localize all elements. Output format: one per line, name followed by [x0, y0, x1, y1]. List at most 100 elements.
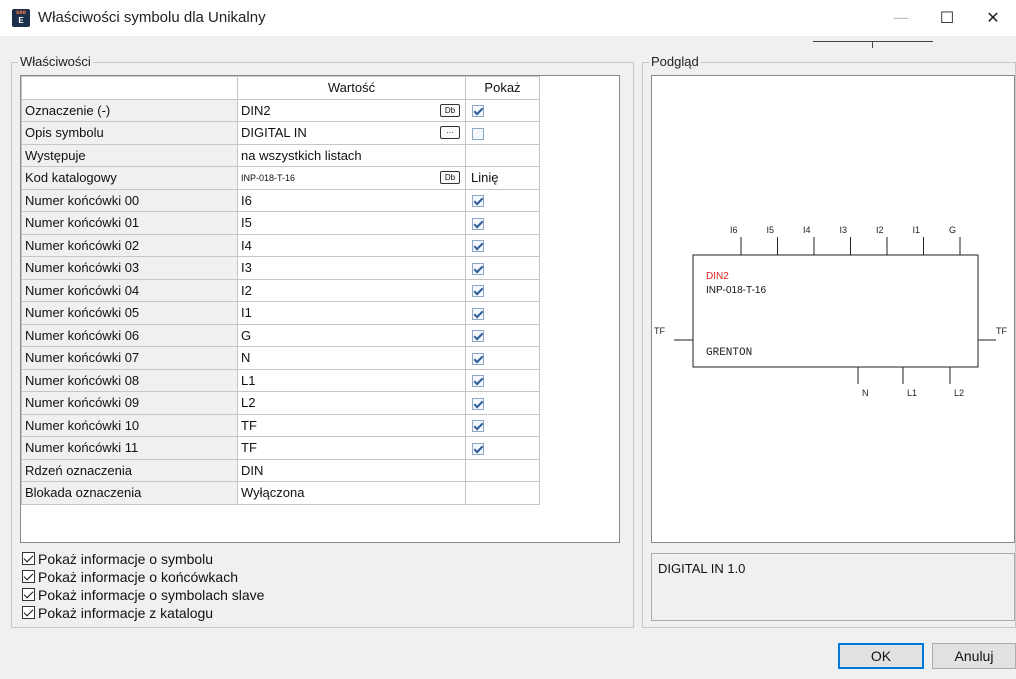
property-value[interactable]: TF: [237, 413, 466, 437]
option-checkbox-row[interactable]: Pokaż informacje o symbolach slave: [22, 587, 264, 603]
property-show[interactable]: [465, 391, 540, 415]
show-checkbox[interactable]: [472, 330, 484, 343]
show-checkbox[interactable]: [472, 375, 484, 388]
property-value[interactable]: I3: [237, 256, 466, 280]
property-name: Występuje: [21, 143, 238, 167]
option-checkbox-row[interactable]: Pokaż informacje z katalogu: [22, 605, 213, 621]
show-checkbox[interactable]: [472, 195, 484, 208]
property-show[interactable]: [465, 121, 540, 145]
property-name: Numer końcówki 06: [21, 323, 238, 347]
properties-group-title: Właściwości: [18, 54, 93, 69]
property-show[interactable]: [465, 233, 540, 257]
property-value[interactable]: Wyłączona: [237, 481, 466, 505]
property-value[interactable]: I1: [237, 301, 466, 325]
property-show[interactable]: [465, 413, 540, 437]
header-show[interactable]: Pokaż: [465, 76, 540, 100]
pin-label-top: I4: [803, 225, 811, 235]
property-row[interactable]: Numer końcówki 02 I4: [21, 233, 540, 257]
pin-label-left: TF: [654, 326, 665, 336]
property-row[interactable]: Kod katalogowy INP-018-T-16 Db Linię: [21, 166, 540, 190]
property-show[interactable]: [465, 98, 540, 122]
show-checkbox[interactable]: [472, 105, 484, 118]
close-button[interactable]: ✕: [970, 0, 1016, 36]
property-value[interactable]: I5: [237, 211, 466, 235]
show-checkbox[interactable]: [472, 217, 484, 230]
show-checkbox[interactable]: [472, 285, 484, 298]
ok-button[interactable]: OK: [838, 643, 924, 669]
property-value[interactable]: I2: [237, 278, 466, 302]
option-checkbox-row[interactable]: Pokaż informacje o symbolu: [22, 551, 213, 567]
header-value[interactable]: Wartość: [237, 76, 466, 100]
property-row[interactable]: Numer końcówki 06 G: [21, 323, 540, 347]
pin-label-top: I3: [840, 225, 848, 235]
database-button[interactable]: Db: [440, 103, 460, 117]
minimize-button[interactable]: —: [878, 0, 924, 36]
show-checkbox[interactable]: [472, 352, 484, 365]
property-value[interactable]: N: [237, 346, 466, 370]
property-row[interactable]: Numer końcówki 05 I1: [21, 301, 540, 325]
property-value[interactable]: I6: [237, 188, 466, 212]
property-row[interactable]: Blokada oznaczenia Wyłączona: [21, 481, 540, 505]
property-name: Numer końcówki 08: [21, 368, 238, 392]
option-checkbox-row[interactable]: Pokaż informacje o końcówkach: [22, 569, 238, 585]
browse-button[interactable]: ···: [440, 126, 460, 139]
property-row[interactable]: Numer końcówki 04 I2: [21, 278, 540, 302]
property-value[interactable]: L2: [237, 391, 466, 415]
show-checkbox[interactable]: [472, 262, 484, 275]
property-row[interactable]: Rdzeń oznaczenia DIN: [21, 458, 540, 482]
property-value[interactable]: G: [237, 323, 466, 347]
property-value[interactable]: DIGITAL IN ···: [237, 121, 466, 145]
pin-label-top: I2: [876, 225, 884, 235]
show-checkbox[interactable]: [472, 127, 484, 140]
option-checkbox[interactable]: [22, 570, 35, 583]
property-show[interactable]: Linię: [465, 166, 540, 190]
property-row[interactable]: Numer końcówki 08 L1: [21, 368, 540, 392]
option-checkbox[interactable]: [22, 552, 35, 565]
show-checkbox[interactable]: [472, 307, 484, 320]
property-value[interactable]: DIN: [237, 458, 466, 482]
option-checkbox[interactable]: [22, 588, 35, 601]
property-value-text: I3: [241, 260, 252, 276]
property-value[interactable]: na wszystkich listach: [237, 143, 466, 167]
property-show[interactable]: [465, 368, 540, 392]
cancel-button[interactable]: Anuluj: [932, 643, 1016, 669]
show-checkbox[interactable]: [472, 397, 484, 410]
option-label: Pokaż informacje o symbolu: [38, 551, 214, 567]
property-row[interactable]: Oznaczenie (-) DIN2 Db: [21, 98, 540, 122]
property-value-text: Wyłączona: [241, 485, 305, 501]
app-icon: see E: [12, 9, 30, 27]
property-show[interactable]: [465, 301, 540, 325]
property-show[interactable]: [465, 188, 540, 212]
decorative-tick: [872, 42, 873, 48]
property-show[interactable]: [465, 278, 540, 302]
property-row[interactable]: Numer końcówki 07 N: [21, 346, 540, 370]
property-row[interactable]: Numer końcówki 09 L2: [21, 391, 540, 415]
property-show[interactable]: [465, 323, 540, 347]
property-row[interactable]: Numer końcówki 03 I3: [21, 256, 540, 280]
database-button[interactable]: Db: [440, 171, 460, 184]
property-show[interactable]: [465, 256, 540, 280]
property-value[interactable]: INP-018-T-16 Db: [237, 166, 466, 190]
show-checkbox[interactable]: [472, 420, 484, 433]
property-name: Numer końcówki 00: [21, 188, 238, 212]
property-show[interactable]: [465, 346, 540, 370]
property-show[interactable]: [465, 436, 540, 460]
show-checkbox[interactable]: [472, 240, 484, 253]
property-row[interactable]: Numer końcówki 00 I6: [21, 188, 540, 212]
property-row[interactable]: Numer końcówki 01 I5: [21, 211, 540, 235]
property-row[interactable]: Opis symbolu DIGITAL IN ···: [21, 121, 540, 145]
property-show[interactable]: [465, 211, 540, 235]
property-value[interactable]: DIN2 Db: [237, 98, 466, 122]
show-mode-text[interactable]: Linię: [471, 170, 498, 185]
property-row[interactable]: Numer końcówki 10 TF: [21, 413, 540, 437]
maximize-button[interactable]: ☐: [924, 0, 970, 36]
symbol-manufacturer: GRENTON: [706, 347, 752, 359]
property-value[interactable]: L1: [237, 368, 466, 392]
show-checkbox[interactable]: [472, 442, 484, 455]
property-row[interactable]: Występuje na wszystkich listach: [21, 143, 540, 167]
property-value[interactable]: TF: [237, 436, 466, 460]
property-row[interactable]: Numer końcówki 11 TF: [21, 436, 540, 460]
property-value-text: DIN: [241, 462, 264, 478]
option-checkbox[interactable]: [22, 606, 35, 619]
property-value[interactable]: I4: [237, 233, 466, 257]
